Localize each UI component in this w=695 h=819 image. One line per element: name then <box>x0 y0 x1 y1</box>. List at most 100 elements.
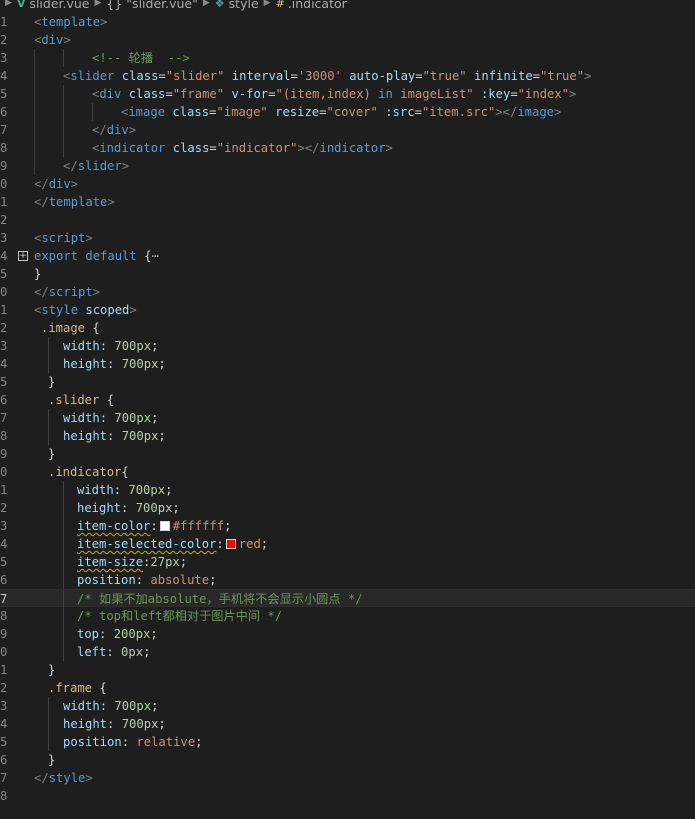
breadcrumb-item-object[interactable]: {} "slider.vue" <box>106 0 197 11</box>
code-line[interactable]: 8 <indicator class="indicator"></indicat… <box>0 139 695 157</box>
code-line[interactable]: 3 item-color: #ffffff; <box>0 517 695 535</box>
code-line[interactable]: 7 </div> <box>0 121 695 139</box>
code-line[interactable]: 6 <image class="image" resize="cover" :s… <box>0 103 695 121</box>
code-line[interactable]: 5 item-size:27px; <box>0 553 695 571</box>
code-line[interactable]: 3 width: 700px; <box>0 697 695 715</box>
code-line[interactable]: 0 .indicator{ <box>0 463 695 481</box>
css-value: 700px <box>121 357 159 371</box>
line-number: 8 <box>0 789 8 803</box>
code-line[interactable]: 5 } <box>0 373 695 391</box>
css-value: red <box>238 537 261 551</box>
folded-ellipsis[interactable]: ⋯ <box>151 249 158 263</box>
code-line[interactable]: 8 /* top和left都相对于图片中间 */ <box>0 607 695 625</box>
tag-bracket: > <box>385 141 393 155</box>
code-line[interactable]: 8 <box>0 787 695 805</box>
tag-bracket: > <box>107 195 115 209</box>
css-selector: .frame <box>48 681 93 695</box>
line-number: 2 <box>0 213 8 227</box>
code-line[interactable]: 6 position: absolute; <box>0 571 695 589</box>
css-value: 700px <box>135 501 173 515</box>
line-number: 5 <box>0 267 8 281</box>
code-line[interactable]: 1 <template> <box>0 13 695 31</box>
code-line[interactable]: 9 } <box>0 445 695 463</box>
color-swatch-red[interactable] <box>225 539 236 549</box>
line-number: 9 <box>0 159 8 173</box>
code-line[interactable]: 1 } <box>0 661 695 679</box>
code-line[interactable]: 5 position: relative; <box>0 733 695 751</box>
chevron-right-icon: ▶ <box>263 0 271 8</box>
line-number: 8 <box>0 609 8 623</box>
attr-name: resize <box>275 105 320 119</box>
tag-bracket: ></ <box>495 105 518 119</box>
code-line[interactable]: 1 <style scoped> <box>0 301 695 319</box>
code-line[interactable]: 2 <box>0 211 695 229</box>
indent-guide <box>63 590 64 608</box>
code-line[interactable]: 1 </template> <box>0 193 695 211</box>
code-line[interactable]: 7 width: 700px; <box>0 409 695 427</box>
tag-bracket: > <box>85 231 93 245</box>
indent-guide <box>34 121 35 139</box>
indent-guide <box>63 49 64 67</box>
tag-bracket: </ <box>63 159 78 173</box>
css-property: width <box>77 483 114 497</box>
code-line[interactable]: 3 width: 700px; <box>0 337 695 355</box>
indent-guide <box>63 139 64 157</box>
tag-name: div <box>99 87 122 101</box>
code-line[interactable]: 4 height: 700px; <box>0 355 695 373</box>
line-number: 9 <box>0 447 8 461</box>
code-line[interactable]: 9 </slider> <box>0 157 695 175</box>
attr-value: "true" <box>540 69 585 83</box>
code-line[interactable]: 2 .image { <box>0 319 695 337</box>
code-line[interactable]: 5 <div class="frame" v-for="(item,index)… <box>0 85 695 103</box>
breadcrumb-item-file[interactable]: slider.vue <box>29 0 89 11</box>
brace: } <box>48 447 56 461</box>
vue-file-icon: V <box>16 0 26 10</box>
expand-fold-icon[interactable]: + <box>18 251 28 261</box>
code-line[interactable]: 5 } <box>0 265 695 283</box>
indent-guide <box>48 733 49 751</box>
color-swatch-white[interactable] <box>159 521 170 531</box>
line-number: 4 <box>0 357 8 371</box>
attr-value: "cover" <box>326 105 378 119</box>
breadcrumb-item-selector[interactable]: .indicator <box>288 0 347 11</box>
code-line[interactable]: 6 } <box>0 751 695 769</box>
code-line[interactable]: 4 height: 700px; <box>0 715 695 733</box>
tag-bracket: > <box>584 69 592 83</box>
code-comment: /* top和left都相对于图片中间 */ <box>77 609 283 623</box>
css-property: position <box>63 735 122 749</box>
indent-guide <box>34 157 35 175</box>
indent-guide <box>34 139 35 157</box>
line-number: 4 <box>0 249 8 263</box>
attr-value: "true" <box>422 69 467 83</box>
code-line[interactable]: 8 height: 700px; <box>0 427 695 445</box>
css-value: 700px <box>114 339 152 353</box>
code-line[interactable]: 4 item-selected-color: red; <box>0 535 695 553</box>
line-number: 2 <box>0 681 8 695</box>
code-line[interactable]: 9 top: 200px; <box>0 625 695 643</box>
css-value: 700px <box>128 483 166 497</box>
code-line[interactable]: 6 .slider { <box>0 391 695 409</box>
code-line[interactable]: 2 height: 700px; <box>0 499 695 517</box>
line-number: 1 <box>0 303 8 317</box>
code-line-current[interactable]: 7 /* 如果不加absolute，手机将不会显示小圆点 */ <box>0 589 695 608</box>
code-line[interactable]: 3 <script> <box>0 229 695 247</box>
tag-bracket: </ <box>34 177 49 191</box>
line-number: 7 <box>0 411 8 425</box>
keyword: in <box>378 87 393 101</box>
code-line[interactable]: 4 + export default {⋯ <box>0 247 695 265</box>
chevron-right-icon: ▶ <box>94 0 102 8</box>
code-line[interactable]: 1 width: 700px; <box>0 481 695 499</box>
code-line[interactable]: 0 </script> <box>0 283 695 301</box>
code-editor[interactable]: 1 <template> 2 <div> 3 <!-- 轮播 --> 4 <sl… <box>0 13 695 805</box>
code-line[interactable]: 0 left: 0px; <box>0 643 695 661</box>
code-line[interactable]: 3 <!-- 轮播 --> <box>0 49 695 67</box>
code-line[interactable]: 2 <div> <box>0 31 695 49</box>
breadcrumb-item-style[interactable]: style <box>229 0 259 11</box>
line-number: 3 <box>0 51 8 65</box>
code-line[interactable]: 4 <slider class="slider" interval='3000'… <box>0 67 695 85</box>
code-comment: /* 如果不加absolute，手机将不会显示小圆点 */ <box>77 592 363 606</box>
code-line[interactable]: 2 .frame { <box>0 679 695 697</box>
code-line[interactable]: 7 </style> <box>0 769 695 787</box>
code-line[interactable]: 0 </div> <box>0 175 695 193</box>
indent-guide <box>63 517 64 535</box>
